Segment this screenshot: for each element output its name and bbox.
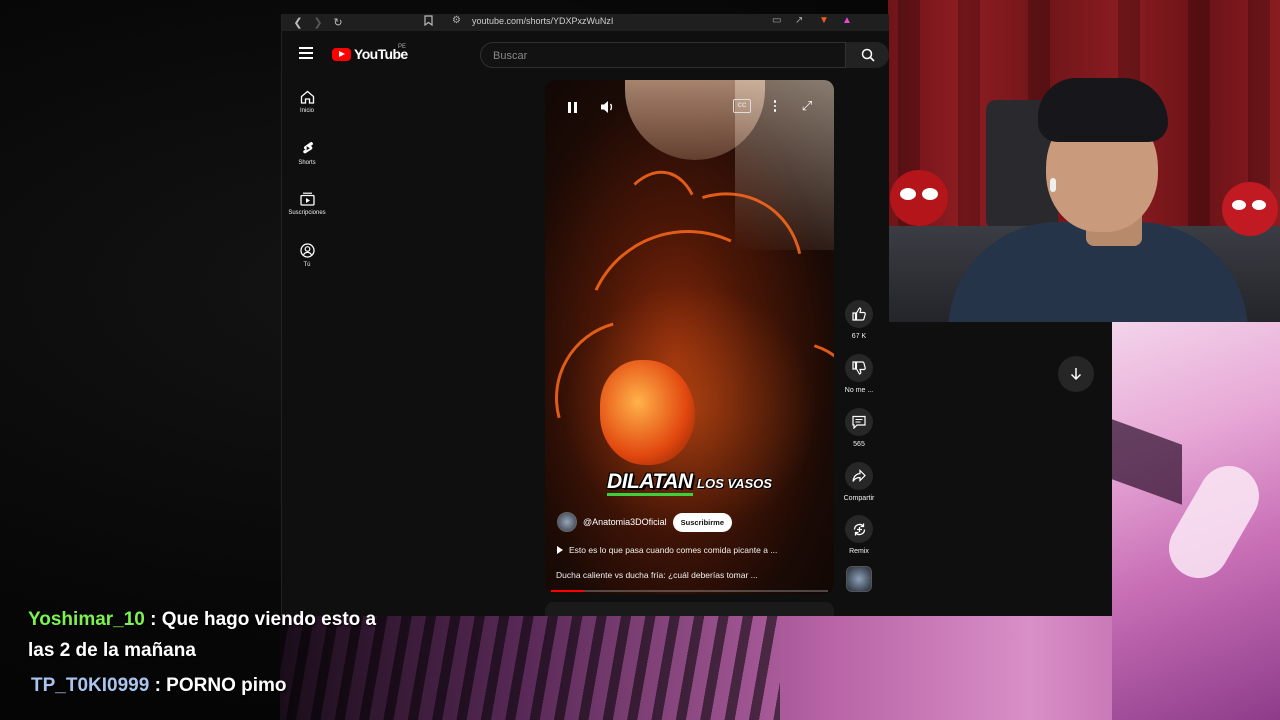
subscribe-button[interactable]: Suscribirme [672,512,733,532]
remix-label: Remix [849,548,869,555]
share-icon[interactable]: ↗ [795,15,803,26]
sidebar-item-home[interactable]: Inicio [282,90,332,114]
brave-shield-icon[interactable]: ▼ [819,15,829,26]
cast-icon[interactable]: ▭ [772,15,781,26]
volume-button[interactable] [597,96,619,118]
comment-icon [852,415,866,429]
thumbs-down-icon [852,361,866,375]
chat-text: : PORNO pimo [149,675,287,696]
shorts-icon [302,142,313,154]
caption-big-text: DILATAN [607,470,693,496]
heart-illustration [600,360,695,465]
pause-button[interactable] [561,96,583,118]
remix-button[interactable]: Remix [839,515,879,555]
search-icon [861,48,875,62]
youtube-play-icon [332,47,351,61]
cc-icon: CC [737,103,747,109]
youtube-logo[interactable]: YouTube [332,46,408,62]
like-button[interactable]: 67 K [839,300,879,340]
next-short-button[interactable] [1058,356,1094,392]
dislike-button[interactable]: No me ... [839,354,879,394]
expand-icon: ⤢ [801,98,813,113]
forward-icon[interactable]: ❯ [308,14,328,31]
progress-fill [551,590,585,592]
next-short-preview [545,602,834,616]
sidebar-label: Suscripciones [288,210,326,216]
url-text[interactable]: youtube.com/shorts/YDXPxzWuNzI [472,16,613,26]
dislike-label: No me ... [844,387,874,394]
share-button[interactable]: Compartir [839,462,879,502]
chat-message: TP_T0KI0999 : PORNO pimo [20,670,400,701]
sound-avatar[interactable] [846,566,872,592]
progress-bar[interactable] [551,590,828,592]
more-options-button[interactable] [771,98,779,114]
search-input[interactable] [491,49,835,63]
short-video-player[interactable]: CC ⤢ DILATAN LOS VASOS @Anatomia3DOficia… [545,80,834,594]
sidebar-item-you[interactable]: Tú [282,243,332,268]
stream-chat: Yoshimar_10 : Que hago viendo esto a las… [20,604,400,701]
webcam-feed [888,0,1280,322]
chat-username: TP_T0KI0999 [31,675,150,696]
playlist-link[interactable]: Esto es lo que pasa cuando comes comida … [557,545,777,555]
spiderman-figure [1222,182,1278,236]
deadpool-figure [890,170,948,226]
channel-avatar[interactable] [557,512,577,532]
fullscreen-button[interactable]: ⤢ [799,98,815,114]
video-description[interactable]: Ducha caliente vs ducha fría: ¿cuál debe… [556,570,758,580]
brave-rewards-icon[interactable]: ▲ [842,15,852,26]
play-icon [557,546,563,554]
youtube-side-panel [888,322,1112,616]
reload-icon[interactable]: ↻ [328,14,348,31]
sidebar-label: Inicio [299,108,314,114]
chat-message: Yoshimar_10 : Que hago viendo esto a las… [17,604,400,666]
video-caption: DILATAN LOS VASOS [545,470,834,496]
youtube-header: YouTube PE [282,38,889,72]
home-icon [300,90,314,104]
sidebar-item-subscriptions[interactable]: Suscripciones [282,192,332,216]
overlay-art-right [1112,322,1280,720]
search-button[interactable] [846,42,889,68]
site-settings-icon[interactable]: ⚙ [452,15,461,26]
channel-name[interactable]: @Anatomia3DOficial [583,517,667,527]
chat-username: Yoshimar_10 [28,609,145,630]
address-bar: ❮ ❯ ↻ ⚙ youtube.com/shorts/YDXPxzWuNzI ▭… [282,14,889,31]
browser-window: ❮ ❯ ↻ ⚙ youtube.com/shorts/YDXPxzWuNzI ▭… [281,14,889,616]
menu-icon[interactable] [299,47,313,59]
back-icon[interactable]: ❮ [288,14,308,31]
caption-small-text: LOS VASOS [697,476,772,491]
search-box [480,42,846,68]
comments-count: 565 [853,441,865,448]
sidebar-item-shorts[interactable]: Shorts [282,141,332,166]
volume-icon [601,101,613,113]
sidebar-label: Tú [303,262,311,268]
account-icon [299,243,315,258]
playlist-text: Esto es lo que pasa cuando comes comida … [569,545,778,555]
overlay-art-shadow [1112,419,1182,505]
comments-button[interactable]: 565 [839,408,879,448]
share-label: Compartir [843,495,875,502]
region-code: PE [398,44,407,50]
arrow-down-icon [1070,368,1082,381]
sidebar-label: Shorts [298,160,316,166]
like-count: 67 K [851,333,867,340]
subscriptions-icon [299,192,315,206]
captions-button[interactable]: CC [733,99,751,113]
share-arrow-icon [852,469,866,482]
channel-row: @Anatomia3DOficial Suscribirme [557,512,733,532]
bookmark-icon[interactable] [424,15,433,29]
thumbs-up-icon [852,307,866,321]
remix-icon [853,523,865,535]
